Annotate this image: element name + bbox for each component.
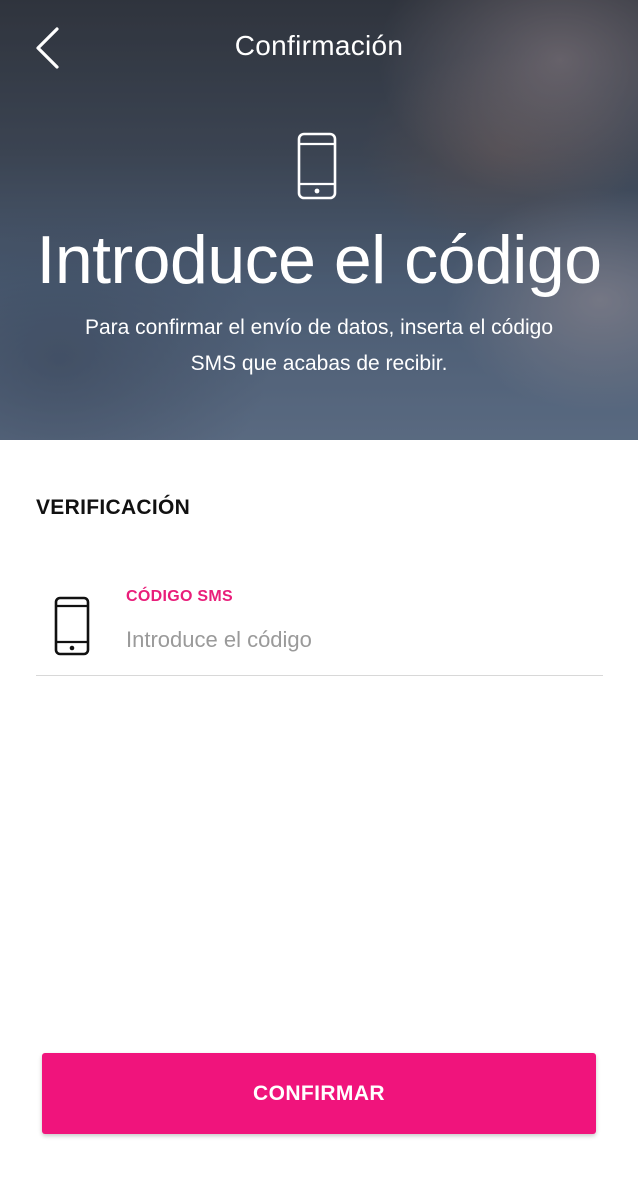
smartphone-icon — [297, 132, 337, 200]
smartphone-icon — [54, 596, 90, 656]
section-title: VERIFICACIÓN — [36, 496, 191, 519]
page-title: Confirmación — [234, 30, 404, 61]
hero-subtitle: Para confirmar el envío de datos, insert… — [84, 316, 554, 375]
confirm-button[interactable]: CONFIRMAR — [42, 1053, 596, 1134]
sms-code-input[interactable] — [126, 620, 586, 660]
hero-header: Confirmación Introduce el código Para co… — [0, 0, 638, 440]
hero-title: Introduce el código — [36, 222, 602, 298]
sms-code-label: CÓDIGO SMS — [126, 588, 234, 605]
sms-code-field: CÓDIGO SMS — [36, 576, 603, 676]
